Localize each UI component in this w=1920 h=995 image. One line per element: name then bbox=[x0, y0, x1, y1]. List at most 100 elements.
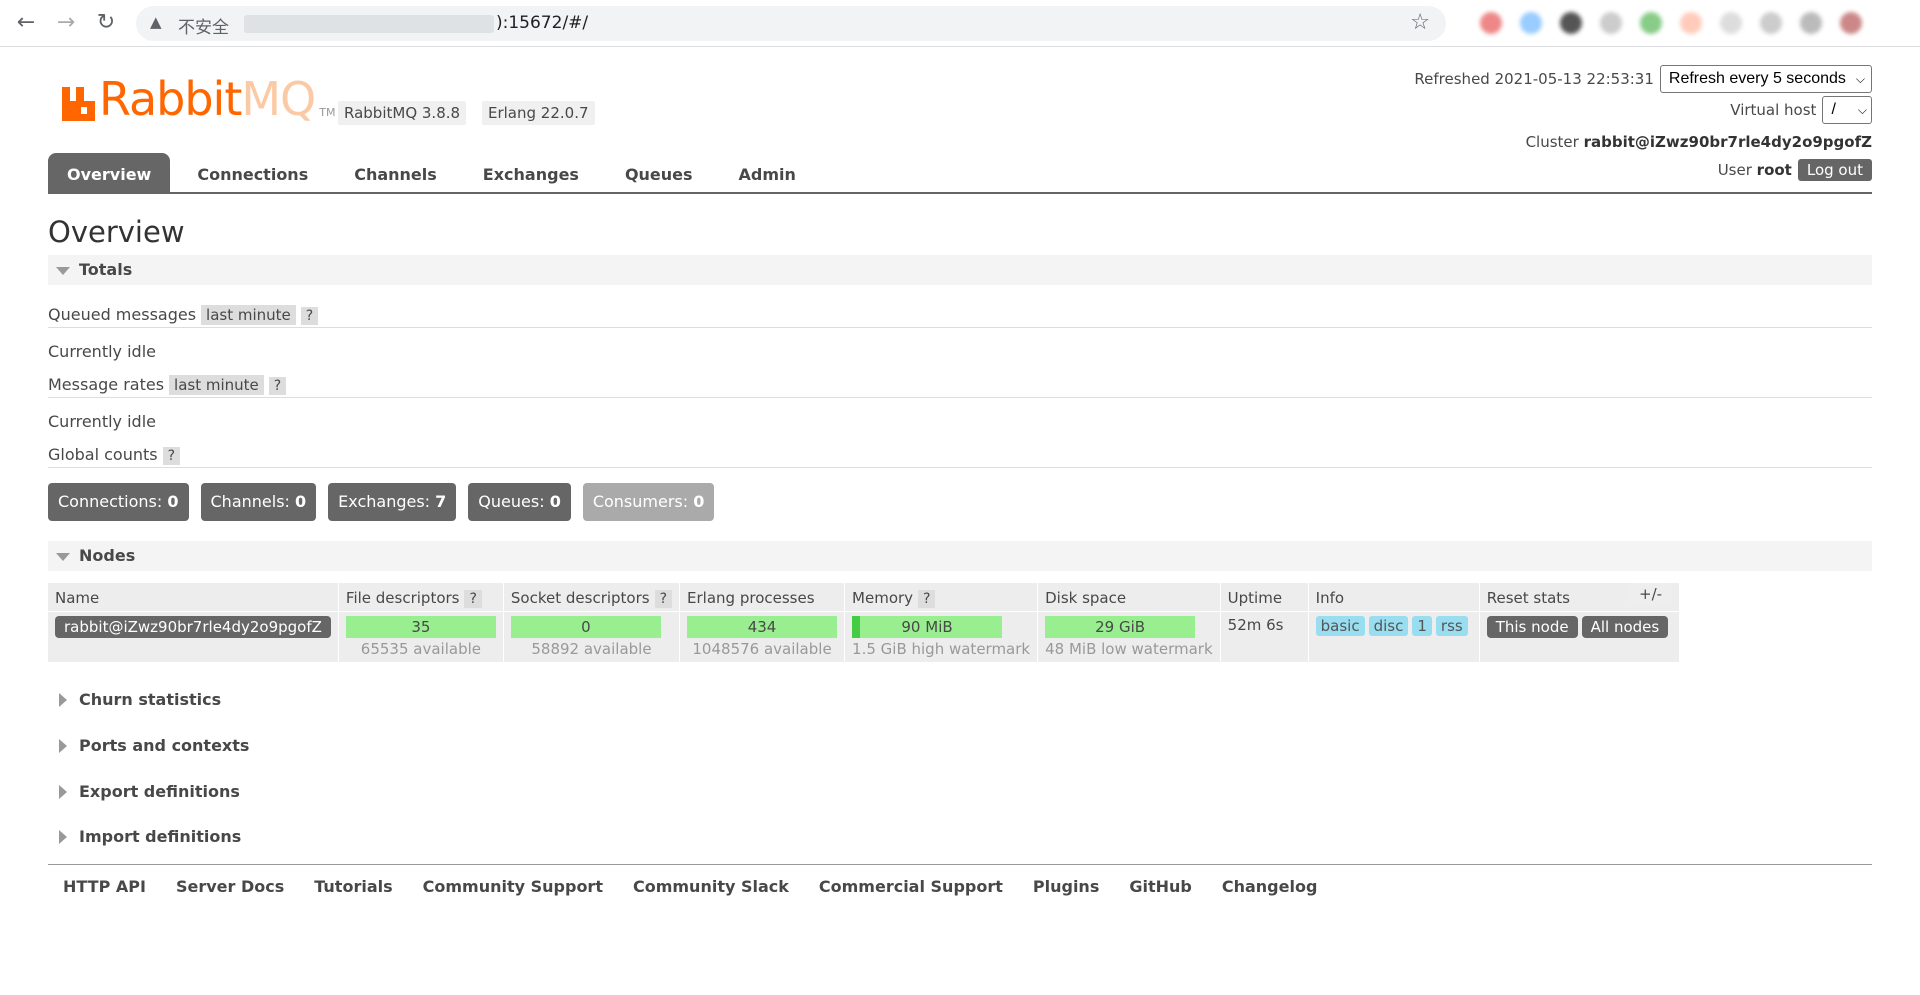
tab-exchanges[interactable]: Exchanges bbox=[464, 153, 598, 193]
footer-link-plugins[interactable]: Plugins bbox=[1033, 877, 1099, 896]
cluster-name: rabbit@iZwz90br7rle4dy2o9pgofZ bbox=[1583, 133, 1872, 151]
forward-arrow-icon[interactable]: → bbox=[54, 11, 78, 35]
queued-messages-status: Currently idle bbox=[48, 342, 156, 361]
tab-connections[interactable]: Connections bbox=[178, 153, 327, 193]
extension-icon[interactable] bbox=[1680, 12, 1702, 34]
help-button[interactable]: ? bbox=[654, 589, 673, 608]
info-tag-count: 1 bbox=[1412, 615, 1432, 636]
churn-statistics-section[interactable]: Churn statistics bbox=[48, 685, 221, 715]
file-descriptors-available: 65535 available bbox=[360, 639, 481, 658]
main-nav-tabs: Overview Connections Channels Exchanges … bbox=[48, 153, 823, 193]
footer-link-commercial-support[interactable]: Commercial Support bbox=[819, 877, 1003, 896]
message-rates-range[interactable]: last minute bbox=[169, 375, 264, 395]
queued-messages-range[interactable]: last minute bbox=[201, 305, 296, 325]
column-header-file-descriptors: File descriptors? bbox=[338, 583, 504, 611]
reset-this-node-button[interactable]: This node bbox=[1486, 615, 1578, 638]
reload-icon[interactable]: ↻ bbox=[94, 11, 118, 35]
extension-icon[interactable] bbox=[1600, 12, 1622, 34]
tab-channels[interactable]: Channels bbox=[335, 153, 456, 193]
node-name-link[interactable]: rabbit@iZwz90br7rle4dy2o9pgofZ bbox=[55, 615, 331, 638]
file-descriptors-cell: 35 65535 available bbox=[338, 610, 504, 662]
info-cell: basic disc 1 rss bbox=[1308, 610, 1480, 662]
expand-triangle-icon bbox=[59, 693, 67, 707]
cluster-label: Cluster bbox=[1525, 133, 1579, 151]
section-title: Export definitions bbox=[79, 782, 240, 801]
column-header-erlang-processes: Erlang processes bbox=[679, 583, 846, 611]
refresh-interval-select[interactable]: Refresh every 5 seconds ⌵ bbox=[1659, 65, 1872, 93]
expand-triangle-icon bbox=[59, 785, 67, 799]
logout-button[interactable]: Log out bbox=[1797, 159, 1872, 181]
extension-icon[interactable] bbox=[1720, 12, 1742, 34]
export-definitions-section[interactable]: Export definitions bbox=[48, 777, 240, 807]
disk-space-bar: 29 GiB bbox=[1045, 615, 1196, 638]
count-value: 0 bbox=[693, 492, 705, 511]
column-toggle-button[interactable]: +/- bbox=[1630, 583, 1672, 605]
extension-icon[interactable] bbox=[1760, 12, 1782, 34]
back-arrow-icon[interactable]: ← bbox=[14, 11, 38, 35]
nodes-section-header[interactable]: Nodes bbox=[48, 541, 1872, 571]
tab-queues[interactable]: Queues bbox=[606, 153, 712, 193]
info-tag-basic: basic bbox=[1315, 615, 1365, 636]
reset-all-nodes-button[interactable]: All nodes bbox=[1581, 615, 1669, 638]
socket-descriptors-cell: 0 58892 available bbox=[503, 610, 681, 662]
table-row: rabbit@iZwz90br7rle4dy2o9pgofZ 35 65535 … bbox=[48, 610, 1681, 662]
rabbitmq-logo[interactable]: RabbitMQ TM bbox=[62, 76, 336, 122]
bookmark-star-icon[interactable]: ☆ bbox=[1410, 10, 1430, 35]
count-value: 7 bbox=[435, 492, 447, 511]
footer-link-github[interactable]: GitHub bbox=[1129, 877, 1192, 896]
profile-avatar[interactable] bbox=[1840, 12, 1862, 34]
node-name-cell: rabbit@iZwz90br7rle4dy2o9pgofZ bbox=[48, 610, 339, 662]
extension-icon[interactable] bbox=[1640, 12, 1662, 34]
help-button[interactable]: ? bbox=[918, 589, 936, 608]
rabbitmq-version-badge: RabbitMQ 3.8.8 bbox=[338, 101, 467, 125]
column-header-socket-descriptors: Socket descriptors? bbox=[503, 583, 681, 611]
consumers-count-button[interactable]: Consumers: 0 bbox=[582, 483, 715, 521]
queues-count-button[interactable]: Queues: 0 bbox=[468, 483, 571, 521]
footer-link-community-slack[interactable]: Community Slack bbox=[633, 877, 789, 896]
collapse-triangle-icon bbox=[56, 267, 70, 275]
erlang-processes-cell: 434 1048576 available bbox=[679, 610, 846, 662]
tab-overview[interactable]: Overview bbox=[48, 153, 171, 193]
trademark: TM bbox=[319, 106, 336, 119]
footer-link-http-api[interactable]: HTTP API bbox=[63, 877, 146, 896]
file-descriptors-bar: 35 bbox=[345, 615, 496, 638]
virtual-host-value: / bbox=[1831, 101, 1836, 118]
footer-link-tutorials[interactable]: Tutorials bbox=[314, 877, 392, 896]
extension-icon[interactable] bbox=[1560, 12, 1582, 34]
section-title: Ports and contexts bbox=[79, 736, 250, 755]
help-button[interactable]: ? bbox=[300, 307, 319, 325]
help-button[interactable]: ? bbox=[162, 447, 181, 465]
totals-heading: Totals bbox=[79, 260, 133, 279]
table-header-row: Name File descriptors? Socket descriptor… bbox=[48, 583, 1681, 611]
channels-count-button[interactable]: Channels: 0 bbox=[200, 483, 317, 521]
memory-bar: 90 MiB bbox=[852, 615, 1003, 638]
extension-icon[interactable] bbox=[1800, 12, 1822, 34]
footer-link-changelog[interactable]: Changelog bbox=[1222, 877, 1318, 896]
totals-section-header[interactable]: Totals bbox=[48, 255, 1872, 285]
tab-admin[interactable]: Admin bbox=[720, 153, 815, 193]
footer-link-community-support[interactable]: Community Support bbox=[423, 877, 603, 896]
expand-triangle-icon bbox=[59, 739, 67, 753]
virtual-host-select[interactable]: / ⌵ bbox=[1822, 96, 1872, 124]
header-status: Refreshed 2021-05-13 22:53:31 Refresh ev… bbox=[1414, 65, 1872, 184]
exchanges-count-button[interactable]: Exchanges: 7 bbox=[328, 483, 457, 521]
warning-icon: ▲ bbox=[150, 13, 162, 31]
import-definitions-section[interactable]: Import definitions bbox=[48, 822, 241, 852]
footer-link-server-docs[interactable]: Server Docs bbox=[176, 877, 284, 896]
queued-messages-label: Queued messages bbox=[48, 305, 197, 324]
column-header-info: Info bbox=[1308, 583, 1480, 611]
global-counts-label: Global counts bbox=[48, 445, 158, 464]
global-counts: Connections: 0 Channels: 0 Exchanges: 7 … bbox=[48, 483, 726, 521]
nodes-heading: Nodes bbox=[79, 546, 136, 565]
chevron-down-icon: ⌵ bbox=[1857, 102, 1867, 117]
address-bar[interactable]: ▲ 不安全 ):15672/#/ ☆ bbox=[136, 6, 1446, 41]
ports-contexts-section[interactable]: Ports and contexts bbox=[48, 731, 249, 761]
count-value: 0 bbox=[549, 492, 561, 511]
info-tag-disc: disc bbox=[1368, 615, 1409, 636]
extension-icon[interactable] bbox=[1520, 12, 1542, 34]
extension-icon[interactable] bbox=[1480, 12, 1502, 34]
connections-count-button[interactable]: Connections: 0 bbox=[48, 483, 189, 521]
help-button[interactable]: ? bbox=[464, 589, 482, 608]
logo-text-rabbit: Rabbit bbox=[99, 72, 242, 126]
help-button[interactable]: ? bbox=[268, 377, 287, 395]
